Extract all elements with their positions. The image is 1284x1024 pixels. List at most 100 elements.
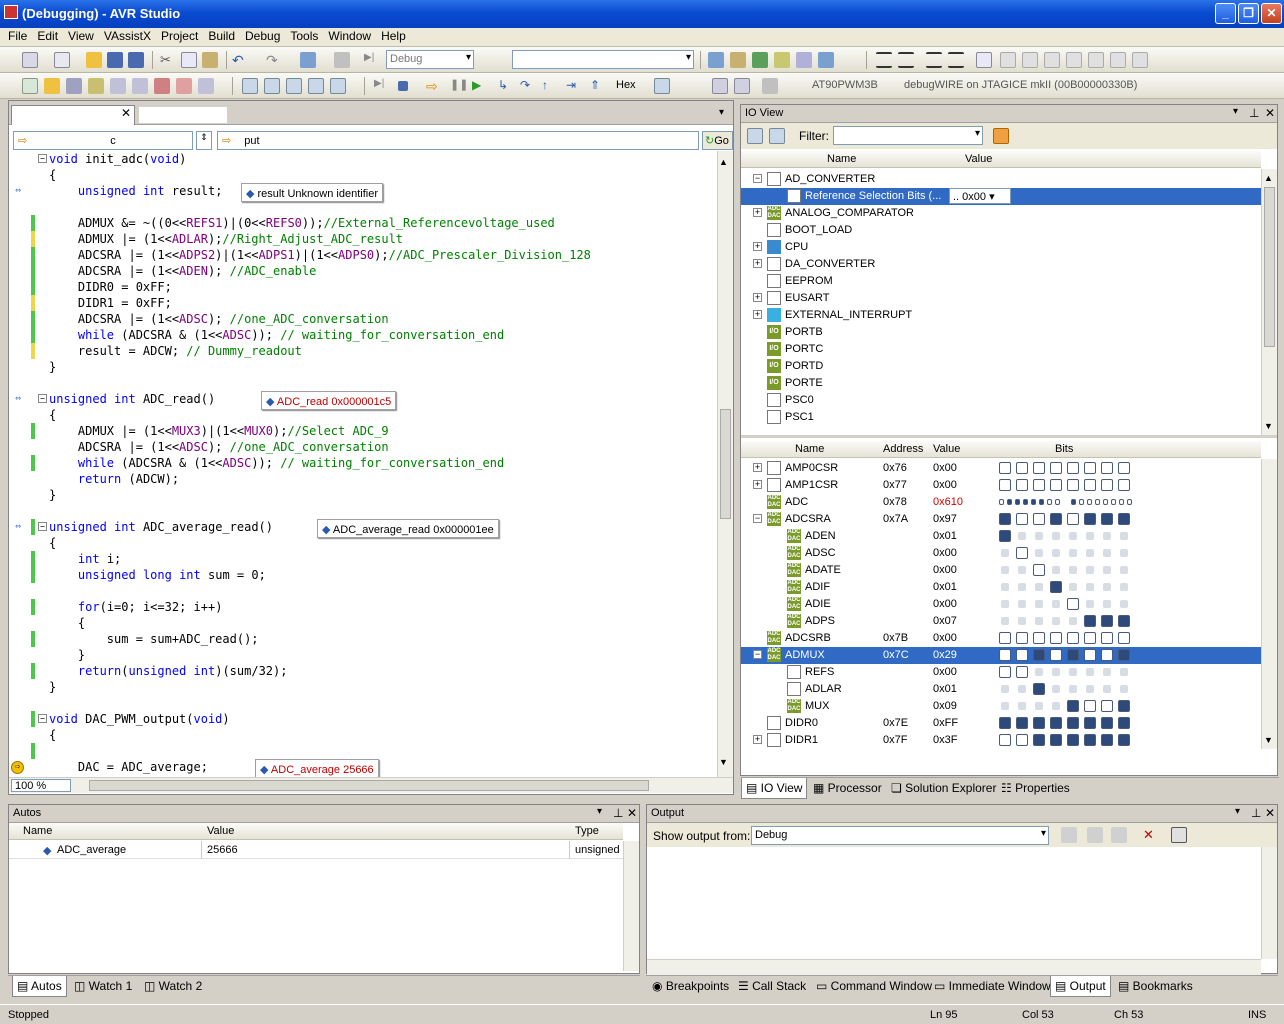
bit-cell[interactable] xyxy=(1015,499,1020,505)
bit-cell[interactable] xyxy=(1050,479,1062,491)
bit-cell[interactable] xyxy=(999,462,1011,474)
bit-cell[interactable] xyxy=(1101,462,1113,474)
bit-cell[interactable] xyxy=(1118,734,1130,746)
collapse-icon[interactable]: − xyxy=(38,394,47,403)
build-project-icon[interactable] xyxy=(88,78,104,94)
bit-cell[interactable] xyxy=(1050,717,1062,729)
bit-cell[interactable] xyxy=(999,499,1004,505)
tab-second-file[interactable] xyxy=(139,107,227,123)
bit-cell[interactable] xyxy=(1016,649,1028,661)
col-reg-address[interactable]: Address xyxy=(883,443,923,455)
bit-cell[interactable] xyxy=(1118,700,1130,712)
expander-icon[interactable]: + xyxy=(753,310,762,319)
expander-icon[interactable]: + xyxy=(753,208,762,217)
bit-cell[interactable] xyxy=(1111,499,1116,505)
bit-cell[interactable] xyxy=(1101,615,1113,627)
uncomment-icon[interactable] xyxy=(948,52,964,68)
tab-dropdown-icon[interactable]: ▾ xyxy=(719,107,724,118)
module-row[interactable]: + EUSART xyxy=(741,290,1261,307)
col-reg-value[interactable]: Value xyxy=(933,443,960,455)
step-into-icon[interactable]: ↳ xyxy=(498,78,514,94)
bit-cell[interactable] xyxy=(1007,499,1012,505)
open-folder-icon[interactable] xyxy=(86,52,102,68)
col-value[interactable]: Value xyxy=(207,825,234,837)
bit-cell[interactable] xyxy=(1050,581,1062,593)
clear-all-icon[interactable]: ✕ xyxy=(1143,827,1159,843)
bit-cell[interactable] xyxy=(999,666,1011,678)
filter-combo[interactable] xyxy=(833,126,983,145)
bit-cell[interactable] xyxy=(1033,683,1045,695)
bit-cell[interactable] xyxy=(1103,499,1108,505)
menu-view[interactable]: View xyxy=(63,28,99,43)
bit-cell[interactable] xyxy=(1033,564,1045,576)
bit-cell[interactable] xyxy=(1016,462,1028,474)
bit-cell[interactable] xyxy=(1118,462,1130,474)
bit-cell[interactable] xyxy=(1101,734,1113,746)
register-row[interactable]: ADLAR 0x01 xyxy=(741,681,1261,698)
memory-icon[interactable] xyxy=(712,78,728,94)
prev-bookmark-folder-icon[interactable] xyxy=(1044,52,1060,68)
find-bookmark-icon[interactable] xyxy=(1132,52,1148,68)
module-row[interactable]: I/O PORTC xyxy=(741,341,1261,358)
bit-cell[interactable] xyxy=(1047,499,1052,505)
module-row[interactable]: EEPROM xyxy=(741,273,1261,290)
menu-vassistx[interactable]: VAssistX xyxy=(99,28,156,43)
bit-cell[interactable] xyxy=(1031,499,1036,505)
tab-command-window[interactable]: ▭ Command Window xyxy=(816,979,932,993)
device-label[interactable]: AT90PWM3B xyxy=(812,79,878,91)
run-icon[interactable]: ▶ xyxy=(472,78,488,94)
bit-cell[interactable] xyxy=(1127,499,1132,505)
scroll-up-icon[interactable]: ▲ xyxy=(719,157,728,167)
splitter[interactable] xyxy=(741,435,1277,438)
step-over-icon[interactable]: ↷ xyxy=(520,78,536,94)
compile-icon[interactable] xyxy=(774,52,790,68)
register-row[interactable]: ADC DAC ADSC 0x00 xyxy=(741,545,1261,562)
register-row[interactable]: ADC DAC ADC 0x78 0x610 xyxy=(741,494,1261,511)
bit-cell[interactable] xyxy=(1119,499,1124,505)
bit-cell[interactable] xyxy=(1084,734,1096,746)
program-device-icon[interactable] xyxy=(762,78,778,94)
menu-window[interactable]: Window xyxy=(323,28,376,43)
bit-cell[interactable] xyxy=(1118,717,1130,729)
expander-icon[interactable]: + xyxy=(753,293,762,302)
stop-debugging-icon[interactable] xyxy=(398,81,408,91)
expander-icon[interactable]: − xyxy=(753,514,762,523)
output-source-combo[interactable]: Debug xyxy=(751,826,1049,845)
pane-dropdown-icon[interactable]: ▾ xyxy=(1233,106,1238,117)
bit-cell[interactable] xyxy=(1016,479,1028,491)
tab-bookmarks[interactable]: ▤ Bookmarks xyxy=(1118,979,1193,993)
scroll-down-icon[interactable]: ▼ xyxy=(1264,421,1273,431)
device-icon[interactable] xyxy=(818,52,834,68)
run-to-cursor-icon[interactable]: ⇥ xyxy=(566,78,582,94)
module-row[interactable]: PSC1 xyxy=(741,409,1261,426)
window-icon-2[interactable] xyxy=(264,78,280,94)
editor-horizontal-scrollbar[interactable]: 100 % xyxy=(9,777,733,793)
bit-cell[interactable] xyxy=(1033,649,1045,661)
combo-spinner-icon[interactable]: ⇕ xyxy=(196,131,212,150)
bit-cell[interactable] xyxy=(1101,632,1113,644)
disassembly-icon[interactable] xyxy=(654,78,670,94)
module-row[interactable]: + CPU xyxy=(741,239,1261,256)
register-row[interactable]: ADC DAC ADCSRB 0x7B 0x00 xyxy=(741,630,1261,647)
bit-cell[interactable] xyxy=(1084,717,1096,729)
menu-help[interactable]: Help xyxy=(376,28,411,43)
menu-project[interactable]: Project xyxy=(156,28,203,43)
bit-cell[interactable] xyxy=(1050,513,1062,525)
menu-build[interactable]: Build xyxy=(203,28,240,43)
bit-cell[interactable] xyxy=(1050,649,1062,661)
bit-cell[interactable] xyxy=(1079,499,1084,505)
bit-cell[interactable] xyxy=(1033,479,1045,491)
h-scroll-thumb[interactable] xyxy=(89,780,649,791)
datatip[interactable]: ◆ ADC_average 25666 xyxy=(255,759,379,777)
tab-io-view[interactable]: ▤ IO View xyxy=(741,778,807,799)
bit-cell[interactable] xyxy=(1039,499,1044,505)
open-project-icon[interactable] xyxy=(44,78,60,94)
tab-output[interactable]: ▤ Output xyxy=(1050,976,1111,997)
bit-cell[interactable] xyxy=(999,632,1011,644)
datatip[interactable]: ◆ ADC_average_read 0x000001ee xyxy=(317,519,499,538)
step-out-icon[interactable]: ↑ xyxy=(542,78,558,94)
window-icon-3[interactable] xyxy=(286,78,302,94)
bit-cell[interactable] xyxy=(1023,499,1028,505)
col-reg-name[interactable]: Name xyxy=(795,443,824,455)
register-row[interactable]: ADC DAC ADIF 0x01 xyxy=(741,579,1261,596)
